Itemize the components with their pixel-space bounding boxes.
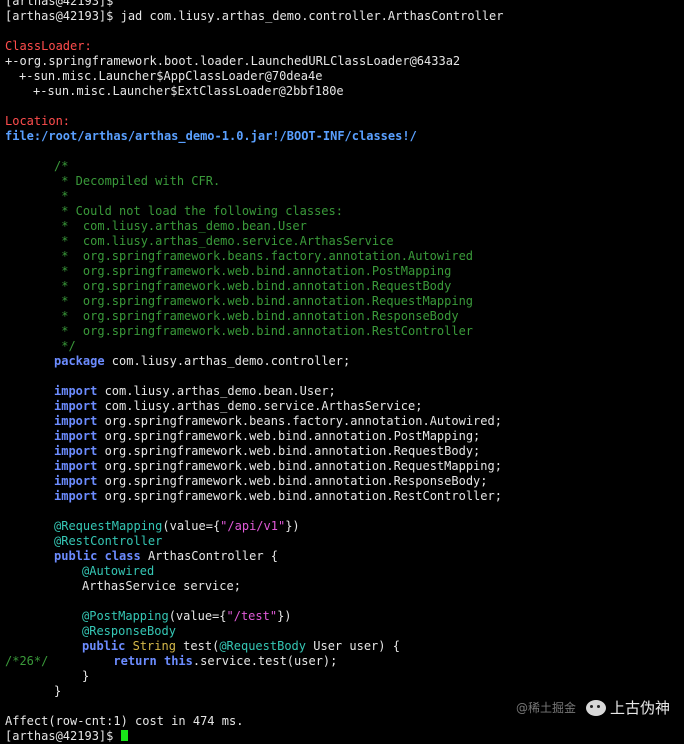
keyword-package: package <box>54 354 105 368</box>
keyword-public: public <box>54 549 98 563</box>
import-path: org.springframework.web.bind.annotation.… <box>97 444 481 458</box>
import-path: com.liusy.arthas_demo.service.ArthasServ… <box>97 399 423 413</box>
annotation-post-mapping: @PostMapping <box>82 609 169 623</box>
classloader-line-3: +-sun.misc.Launcher$ExtClassLoader@2bbf1… <box>33 84 344 98</box>
command-line: [arthas@42193]$ jad com.liusy.arthas_dem… <box>5 9 504 23</box>
type-string: String <box>132 639 176 653</box>
import-path: org.springframework.web.bind.annotation.… <box>97 474 488 488</box>
annotation-args-open: (value={ <box>162 519 221 533</box>
comment-line: * org.springframework.beans.factory.anno… <box>54 249 474 263</box>
annotation-request-body: @RequestBody <box>219 639 307 653</box>
method-params: User user) { <box>306 639 400 653</box>
keyword-import: import <box>54 429 98 443</box>
annotation-rest-controller: @RestController <box>54 534 163 548</box>
watermark-faint-text: @稀土掘金 <box>515 701 576 715</box>
keyword-import: import <box>54 444 98 458</box>
import-line: import org.springframework.web.bind.anno… <box>5 489 681 504</box>
import-path: org.springframework.beans.factory.annota… <box>97 414 502 428</box>
keyword-import: import <box>54 384 98 398</box>
autowired-annotation: @Autowired <box>5 564 681 579</box>
string-literal: "/test" <box>226 609 278 623</box>
comment-line: * com.liusy.arthas_demo.bean.User <box>54 219 307 233</box>
import-path: org.springframework.web.bind.annotation.… <box>97 429 481 443</box>
method-name: test( <box>175 639 220 653</box>
class-name: ArthasController { <box>140 549 278 563</box>
keyword-import: import <box>54 489 98 503</box>
return-expression: .service.test(user); <box>192 654 338 668</box>
terminal-cursor <box>120 730 128 741</box>
comment-line: * org.springframework.web.bind.annotatio… <box>54 324 474 338</box>
annotation-autowired: @Autowired <box>82 564 155 578</box>
keyword-import: import <box>54 474 98 488</box>
return-statement: /*26*/ return this.service.test(user); <box>5 654 681 669</box>
package-declaration: package com.liusy.arthas_demo.controller… <box>5 354 681 369</box>
package-name: com.liusy.arthas_demo.controller; <box>104 354 351 368</box>
classloader-line-1: +-org.springframework.boot.loader.Launch… <box>5 54 461 68</box>
import-line: import org.springframework.web.bind.anno… <box>5 474 681 489</box>
comment-line: /* <box>54 159 69 173</box>
annotation-args-close: }) <box>277 609 292 623</box>
line-number-marker: /*26*/ <box>5 654 49 668</box>
wechat-icon <box>585 699 606 716</box>
comment-line: * <box>54 189 69 203</box>
import-line: import org.springframework.web.bind.anno… <box>5 429 681 444</box>
classloader-label: ClassLoader: <box>5 39 92 53</box>
import-line: import org.springframework.web.bind.anno… <box>5 459 681 474</box>
annotation-request-mapping: @RequestMapping <box>54 519 163 533</box>
keyword-public: public <box>82 639 126 653</box>
keyword-class: class <box>104 549 141 563</box>
import-line: import com.liusy.arthas_demo.bean.User; <box>5 384 681 399</box>
watermark: @稀土掘金 上古伪神 <box>516 697 670 718</box>
comment-line: * com.liusy.arthas_demo.service.ArthasSe… <box>54 234 394 248</box>
terminal-output: [arthas@42193]$ [arthas@42193]$ jad com.… <box>5 0 681 744</box>
location-label: Location: <box>5 114 71 128</box>
watermark-name: 上古伪神 <box>609 699 670 717</box>
string-literal: "/api/v1" <box>220 519 286 533</box>
comment-line: */ <box>54 339 76 353</box>
post-mapping-annotation: @PostMapping(value={"/test"}) <box>5 609 681 624</box>
comment-line: * Could not load the following classes: <box>54 204 343 218</box>
method-close-brace: } <box>82 669 90 683</box>
import-line: import org.springframework.beans.factory… <box>5 414 681 429</box>
location-value: file:/root/arthas/arthas_demo-1.0.jar!/B… <box>5 129 417 143</box>
annotation-args-open: (value={ <box>168 609 227 623</box>
response-body-annotation: @ResponseBody <box>5 624 681 639</box>
keyword-import: import <box>54 399 98 413</box>
import-line: import org.springframework.web.bind.anno… <box>5 444 681 459</box>
import-line: import com.liusy.arthas_demo.service.Art… <box>5 399 681 414</box>
keyword-import: import <box>54 459 98 473</box>
prompt-text: [arthas@42193]$ <box>5 729 121 743</box>
comment-line: * org.springframework.web.bind.annotatio… <box>54 294 474 308</box>
rest-controller-annotation: @RestController <box>5 534 681 549</box>
comment-line: * org.springframework.web.bind.annotatio… <box>54 309 459 323</box>
keyword-import: import <box>54 414 98 428</box>
comment-line: * org.springframework.web.bind.annotatio… <box>54 279 452 293</box>
classloader-line-2: +-sun.misc.Launcher$AppClassLoader@70dea… <box>19 69 323 83</box>
keyword-return: return <box>113 654 157 668</box>
keyword-this: this <box>163 654 193 668</box>
request-mapping-annotation: @RequestMapping(value={"/api/v1"}) <box>5 519 681 534</box>
prompt-line-previous: [arthas@42193]$ <box>5 0 114 8</box>
method-declaration: public String test(@RequestBody User use… <box>5 639 681 654</box>
field-declaration: ArthasService service; <box>82 579 241 593</box>
import-path: org.springframework.web.bind.annotation.… <box>97 459 502 473</box>
annotation-response-body: @ResponseBody <box>82 624 176 638</box>
comment-line: * org.springframework.web.bind.annotatio… <box>54 264 452 278</box>
import-path: org.springframework.web.bind.annotation.… <box>97 489 502 503</box>
comment-line: * Decompiled with CFR. <box>54 174 221 188</box>
class-declaration: public class ArthasController { <box>5 549 681 564</box>
import-path: com.liusy.arthas_demo.bean.User; <box>97 384 336 398</box>
annotation-args-close: }) <box>285 519 300 533</box>
